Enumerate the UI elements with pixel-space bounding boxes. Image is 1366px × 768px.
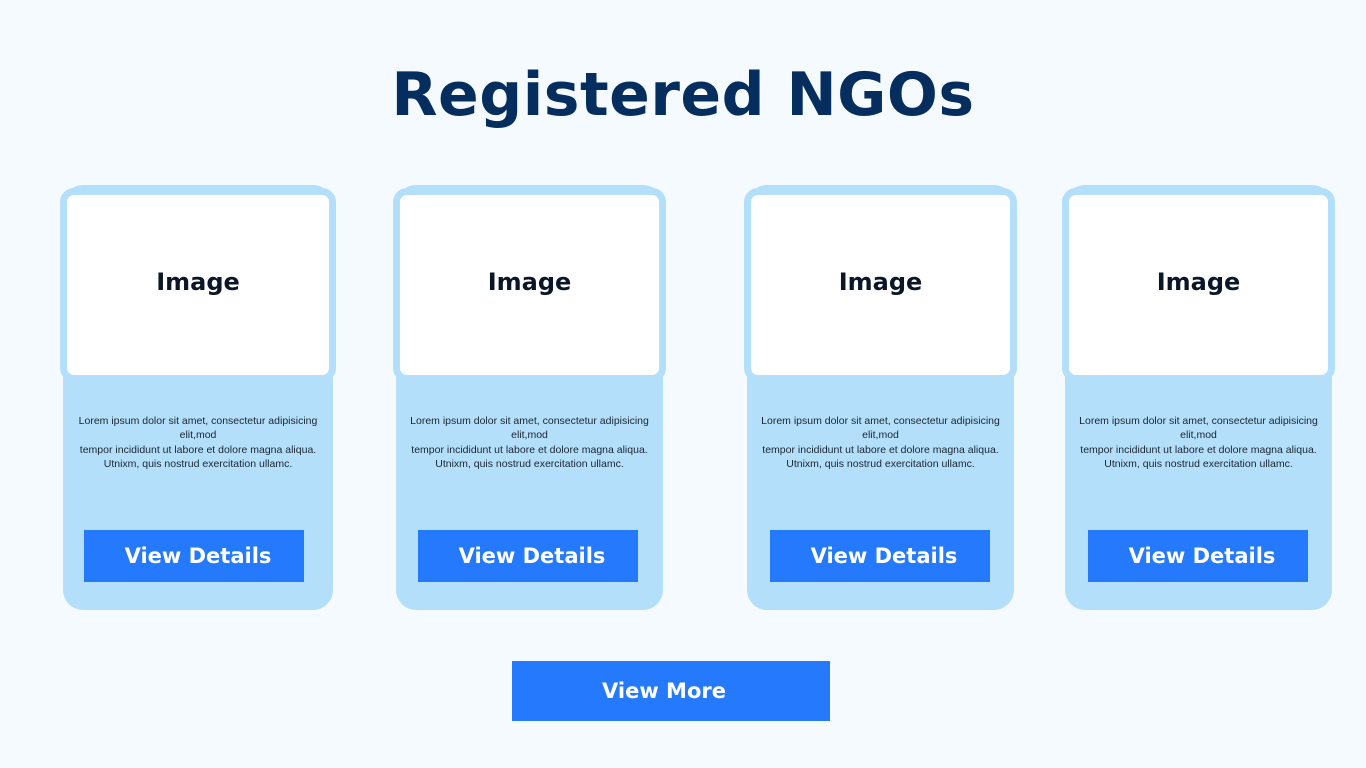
view-more-button[interactable]: View More <box>512 661 830 721</box>
image-placeholder: Image <box>393 188 666 382</box>
description-line: Lorem ipsum dolor sit amet, consectetur … <box>410 415 649 442</box>
card-description: Lorem ipsum dolor sit amet, consectetur … <box>71 414 325 471</box>
description-line: Utnixm, quis nostrud exercitation ullamc… <box>786 457 975 470</box>
description-line: Lorem ipsum dolor sit amet, consectetur … <box>761 415 1000 442</box>
ngo-card: Image Lorem ipsum dolor sit amet, consec… <box>744 185 1017 610</box>
image-placeholder: Image <box>60 188 336 382</box>
view-details-button[interactable]: View Details <box>84 530 304 582</box>
image-label: Image <box>156 268 240 296</box>
ngo-card: Image Lorem ipsum dolor sit amet, consec… <box>393 185 666 610</box>
description-line: Utnixm, quis nostrud exercitation ullamc… <box>1104 457 1293 470</box>
view-details-button[interactable]: View Details <box>770 530 990 582</box>
description-line: Utnixm, quis nostrud exercitation ullamc… <box>103 457 293 470</box>
description-line: tempor incididunt ut labore et dolore ma… <box>1080 443 1317 456</box>
description-line: tempor incididunt ut labore et dolore ma… <box>79 443 317 456</box>
page: Registered NGOs Image Lorem ipsum dolor … <box>0 0 1366 768</box>
card-description: Lorem ipsum dolor sit amet, consectetur … <box>1073 414 1324 471</box>
description-line: tempor incididunt ut labore et dolore ma… <box>411 443 648 456</box>
image-placeholder: Image <box>1062 188 1335 382</box>
image-label: Image <box>487 268 572 296</box>
ngo-card: Image Lorem ipsum dolor sit amet, consec… <box>1062 185 1335 610</box>
view-details-button[interactable]: View Details <box>1088 530 1308 582</box>
description-line: Lorem ipsum dolor sit amet, consectetur … <box>78 415 318 442</box>
image-placeholder: Image <box>744 188 1017 382</box>
page-title: Registered NGOs <box>391 60 975 130</box>
description-line: Lorem ipsum dolor sit amet, consectetur … <box>1079 415 1318 442</box>
ngo-card: Image Lorem ipsum dolor sit amet, consec… <box>60 185 336 610</box>
description-line: tempor incididunt ut labore et dolore ma… <box>762 443 999 456</box>
image-label: Image <box>838 268 923 296</box>
card-description: Lorem ipsum dolor sit amet, consectetur … <box>755 414 1006 471</box>
image-label: Image <box>1156 268 1241 296</box>
card-description: Lorem ipsum dolor sit amet, consectetur … <box>404 414 655 471</box>
description-line: Utnixm, quis nostrud exercitation ullamc… <box>435 457 624 470</box>
view-details-button[interactable]: View Details <box>418 530 638 582</box>
